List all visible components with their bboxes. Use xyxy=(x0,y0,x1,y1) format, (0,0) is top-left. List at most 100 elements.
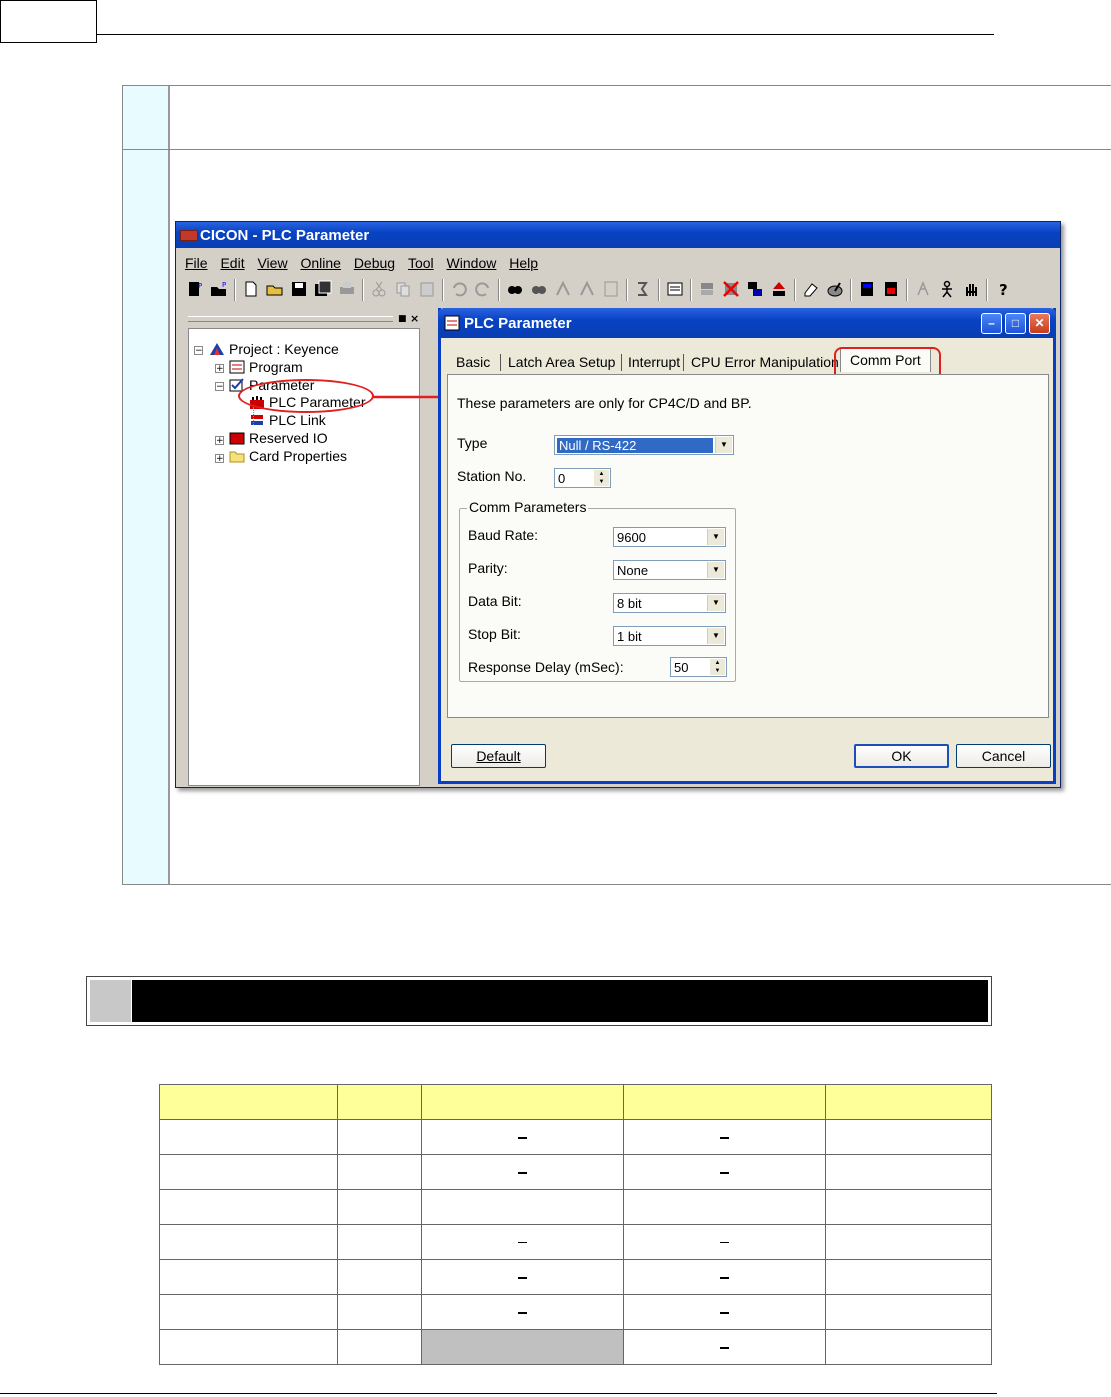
menu-window[interactable]: Window xyxy=(447,255,497,271)
print-icon[interactable] xyxy=(338,280,356,298)
maximize-button[interactable]: □ xyxy=(1005,313,1026,334)
expand-icon[interactable]: + xyxy=(215,364,224,374)
data-bit-label: Data Bit: xyxy=(468,593,522,609)
compile-icon[interactable] xyxy=(666,280,684,298)
save-all-icon[interactable] xyxy=(314,280,332,298)
chevron-down-icon[interactable]: ▼ xyxy=(707,562,724,578)
new-project-icon[interactable]: P xyxy=(186,280,204,298)
replace-all-icon[interactable] xyxy=(578,280,596,298)
table-cell xyxy=(421,1224,624,1260)
tree-item-project[interactable]: Project : Keyence xyxy=(209,341,339,357)
cut-icon[interactable] xyxy=(370,280,388,298)
spin-arrows-icon[interactable]: ▲ ▼ xyxy=(594,470,609,486)
folder-icon xyxy=(229,451,245,463)
cpu-run-icon[interactable] xyxy=(858,280,876,298)
new-file-icon[interactable] xyxy=(242,280,260,298)
chevron-down-icon[interactable]: ▼ xyxy=(707,595,724,611)
parity-select[interactable]: None ▼ xyxy=(613,560,726,580)
monitor-icon[interactable] xyxy=(826,280,844,298)
tree-item-program[interactable]: Program xyxy=(229,359,303,375)
default-button[interactable]: Default xyxy=(451,744,546,768)
toolbar-separator xyxy=(362,279,364,301)
project-icon xyxy=(210,343,224,355)
response-delay-stepper[interactable]: 50 ▲ ▼ xyxy=(670,657,727,677)
tree-item-plc-link[interactable]: PLC Link xyxy=(249,412,326,428)
step-icon[interactable] xyxy=(914,280,932,298)
open-project-icon[interactable]: P xyxy=(210,280,228,298)
tree-item-card-properties[interactable]: Card Properties xyxy=(229,448,347,464)
close-button[interactable]: ✕ xyxy=(1029,313,1050,334)
table-cell xyxy=(159,1119,338,1155)
section-banner xyxy=(86,976,992,1026)
stop-bit-label: Stop Bit: xyxy=(468,626,521,642)
collapse-icon[interactable]: − xyxy=(194,346,203,356)
data-bit-value: 8 bit xyxy=(617,596,642,611)
svg-text:P: P xyxy=(198,282,202,290)
upload-icon[interactable] xyxy=(770,280,788,298)
hand-icon[interactable] xyxy=(962,280,980,298)
footer-rule xyxy=(0,1393,997,1394)
toolbar-separator xyxy=(442,279,444,301)
redo-icon[interactable] xyxy=(474,280,492,298)
chevron-down-icon[interactable]: ▼ xyxy=(707,628,724,644)
response-delay-label: Response Delay (mSec): xyxy=(468,659,624,675)
menu-debug[interactable]: Debug xyxy=(354,255,395,271)
minimize-button[interactable]: – xyxy=(981,313,1002,334)
tree-item-reserved-io[interactable]: Reserved IO xyxy=(229,430,328,446)
type-select[interactable]: Null / RS-422 ▼ xyxy=(554,435,734,455)
undo-icon[interactable] xyxy=(450,280,468,298)
chevron-down-icon[interactable]: ▼ xyxy=(715,437,732,453)
open-folder-icon[interactable] xyxy=(266,280,284,298)
baud-rate-select[interactable]: 9600 ▼ xyxy=(613,527,726,547)
cpu-stop-icon[interactable] xyxy=(882,280,900,298)
expand-icon[interactable]: + xyxy=(215,454,224,464)
save-icon[interactable] xyxy=(290,280,308,298)
collapse-icon[interactable]: − xyxy=(215,382,224,392)
station-stepper[interactable]: 0 ▲ ▼ xyxy=(554,468,611,488)
menu-file[interactable]: File xyxy=(185,255,208,271)
ok-button[interactable]: OK xyxy=(854,744,949,768)
disconnect-icon[interactable] xyxy=(722,280,740,298)
clipboard-icon[interactable] xyxy=(602,280,620,298)
copy-icon[interactable] xyxy=(394,280,412,298)
tab-basic[interactable]: Basic xyxy=(456,354,490,370)
table-header-row xyxy=(159,1084,992,1120)
spin-arrows-icon[interactable]: ▲ ▼ xyxy=(710,659,725,675)
help-icon[interactable]: ? xyxy=(994,280,1012,298)
dialog-titlebar: PLC Parameter – □ ✕ xyxy=(438,308,1056,338)
tree-item-label: Program xyxy=(249,359,303,375)
table-row xyxy=(159,1119,992,1155)
stop-bit-select[interactable]: 1 bit ▼ xyxy=(613,626,726,646)
menu-online[interactable]: Online xyxy=(300,255,340,271)
data-bit-select[interactable]: 8 bit ▼ xyxy=(613,593,726,613)
replace-icon[interactable] xyxy=(554,280,572,298)
menu-help[interactable]: Help xyxy=(509,255,538,271)
table-cell xyxy=(421,1119,624,1155)
eraser-icon[interactable] xyxy=(802,280,820,298)
person-icon[interactable] xyxy=(938,280,956,298)
tree-pane-grip[interactable] xyxy=(188,316,393,322)
tree-pane-restore-icon[interactable]: ■ xyxy=(398,314,407,324)
chevron-down-icon[interactable]: ▼ xyxy=(707,529,724,545)
download-icon[interactable] xyxy=(746,280,764,298)
toolbar-separator xyxy=(658,279,660,301)
find-icon[interactable] xyxy=(506,280,524,298)
menu-edit[interactable]: Edit xyxy=(220,255,244,271)
cancel-button[interactable]: Cancel xyxy=(956,744,1051,768)
expand-icon[interactable]: + xyxy=(215,436,224,446)
paste-icon[interactable] xyxy=(418,280,436,298)
tab-cpu-error-manipulation[interactable]: CPU Error Manipulation xyxy=(691,354,839,370)
tree-pane-close-icon[interactable]: × xyxy=(410,312,419,325)
table-cell xyxy=(337,1189,422,1225)
table-row xyxy=(159,1224,992,1260)
menu-view[interactable]: View xyxy=(257,255,287,271)
dialog-title: PLC Parameter xyxy=(464,315,572,332)
menu-tool[interactable]: Tool xyxy=(408,255,434,271)
dash-mark xyxy=(518,1171,527,1174)
connect-icon[interactable] xyxy=(698,280,716,298)
app-titlebar: CICON - PLC Parameter xyxy=(176,222,1060,248)
tab-interrupt[interactable]: Interrupt xyxy=(628,354,680,370)
tab-latch-area-setup[interactable]: Latch Area Setup xyxy=(508,354,615,370)
goto-icon[interactable] xyxy=(634,280,652,298)
find-next-icon[interactable] xyxy=(530,280,548,298)
